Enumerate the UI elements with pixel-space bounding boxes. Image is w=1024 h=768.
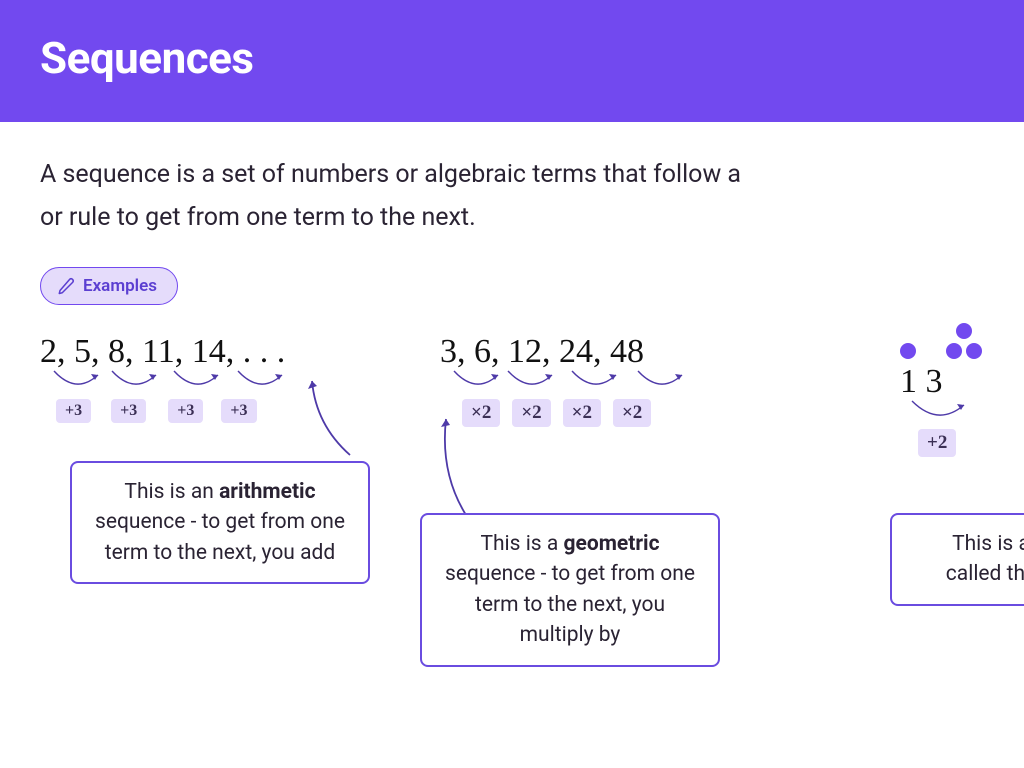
geometric-callout: This is a geometric sequence - to get fr…: [420, 513, 720, 667]
callout-text: This is a: [952, 532, 1024, 556]
dot-icon: [956, 323, 972, 339]
op-chip: ×2: [563, 399, 601, 427]
triangular-dots: [900, 313, 982, 359]
callout-bold: arithmetic: [219, 480, 316, 504]
arithmetic-ops: +3 +3 +3 +3: [56, 399, 285, 423]
intro-text: A sequence is a set of numbers or algebr…: [40, 154, 984, 239]
op-chip: ×2: [512, 399, 550, 427]
dot-icon: [946, 343, 962, 359]
triangular-arcs: [900, 399, 982, 427]
geometric-terms: 3, 6, 12, 24, 48: [440, 333, 651, 371]
op-chip: +3: [168, 399, 203, 423]
triangular-ops: +2: [918, 429, 982, 457]
op-chip: ×2: [613, 399, 651, 427]
lesson-card: Sequences A sequence is a set of numbers…: [0, 0, 1024, 768]
callout-text: This is a: [480, 532, 563, 556]
examples-pill[interactable]: Examples: [40, 267, 178, 305]
op-chip: +3: [221, 399, 256, 423]
triangular-terms: 1 3: [900, 363, 982, 401]
lesson-body: A sequence is a set of numbers or algebr…: [0, 122, 1024, 768]
triangular-sequence-block: 1 3 +2: [900, 313, 982, 457]
geometric-ops: ×2 ×2 ×2 ×2: [462, 399, 651, 427]
callout-text: sequence - to get from one term to the n…: [445, 562, 695, 647]
callout-text: called the: [946, 562, 1024, 586]
callout-text: sequence - to get from one term to the n…: [95, 510, 345, 564]
callout-bold: geometric: [564, 532, 660, 556]
geometric-arcs: [440, 369, 651, 397]
op-chip: +3: [56, 399, 91, 423]
examples-label: Examples: [83, 276, 157, 296]
triangular-callout: This is a called the: [890, 513, 1024, 606]
arithmetic-callout: This is an arithmetic sequence - to get …: [70, 461, 370, 584]
op-chip: +2: [918, 429, 956, 457]
arithmetic-terms: 2, 5, 8, 11, 14, . . .: [40, 333, 285, 371]
intro-line-1: A sequence is a set of numbers or algebr…: [40, 160, 741, 189]
intro-line-2: or rule to get from one term to the next…: [40, 203, 476, 232]
pointer-arrow: [304, 375, 364, 465]
arithmetic-sequence-block: 2, 5, 8, 11, 14, . . . +3 +3 +3 +3: [40, 333, 285, 423]
pointer-arrow: [430, 413, 490, 523]
page-title: Sequences: [40, 32, 984, 84]
dot-icon: [966, 343, 982, 359]
callout-text: This is an: [124, 480, 219, 504]
pencil-icon: [57, 277, 75, 295]
diagram-area: 2, 5, 8, 11, 14, . . . +3 +3 +3 +3: [40, 333, 984, 753]
op-chip: +3: [111, 399, 146, 423]
dot-icon: [900, 343, 916, 359]
arithmetic-arcs: [40, 369, 285, 397]
header-bar: Sequences: [0, 0, 1024, 122]
